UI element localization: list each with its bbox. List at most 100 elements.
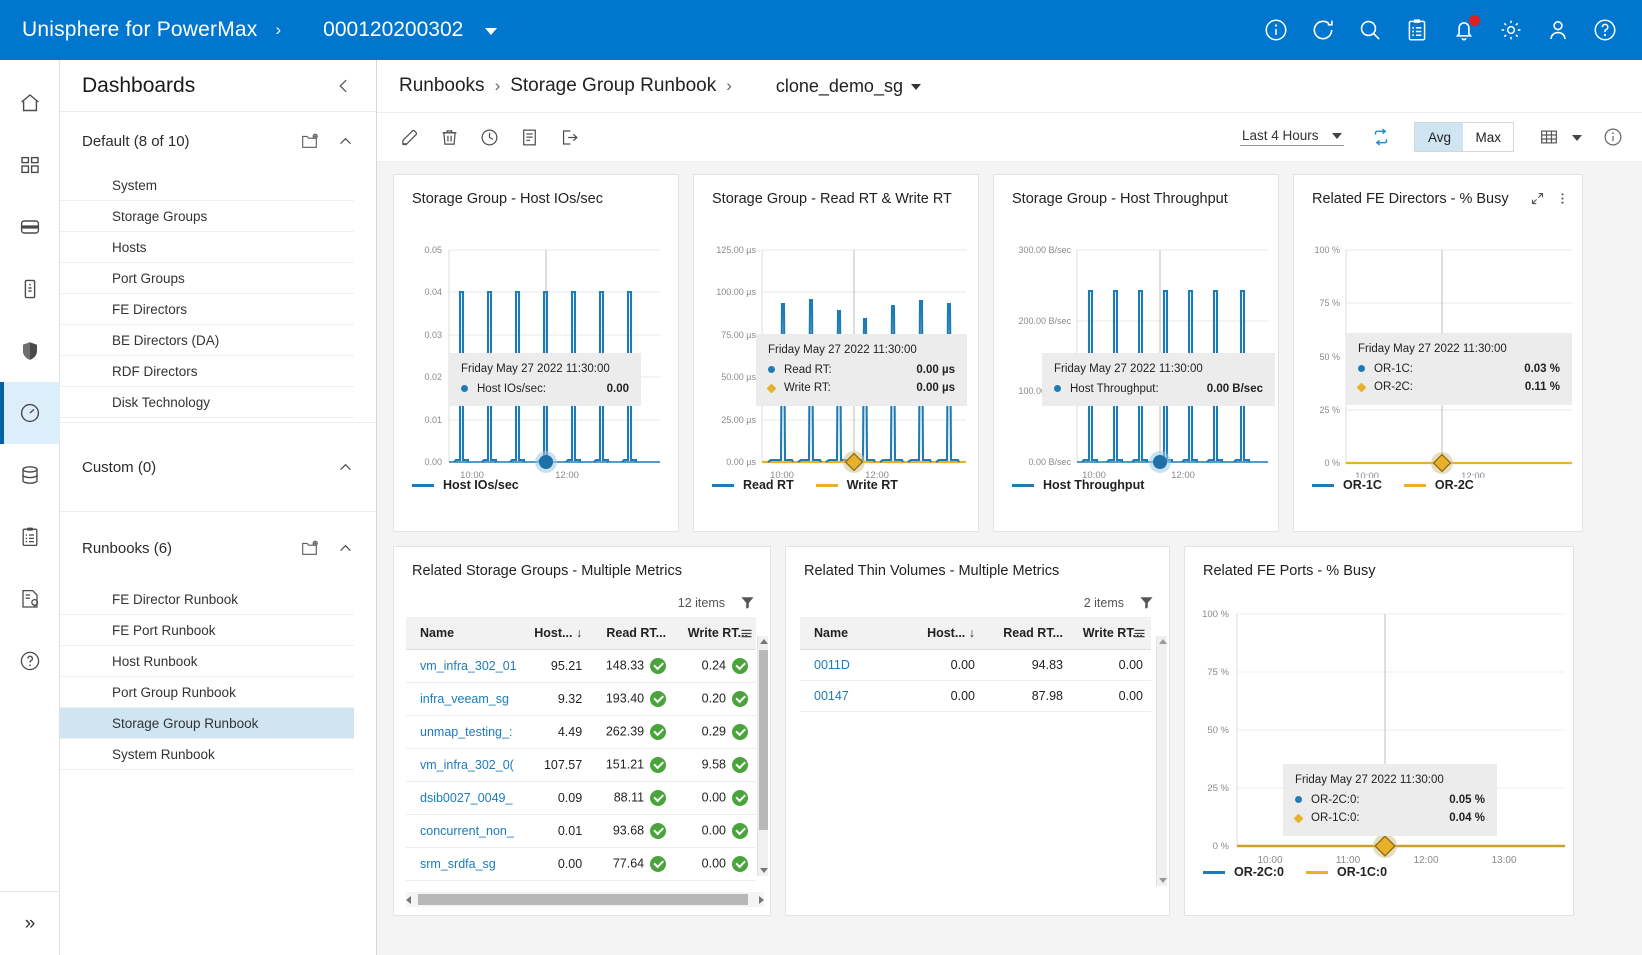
sidebar-item-hosts[interactable]: Hosts (60, 232, 354, 263)
cell-name[interactable]: unmap_testing_: (406, 715, 519, 750)
info-icon[interactable] (1602, 126, 1624, 148)
reports-icon[interactable] (0, 568, 60, 630)
legend-item[interactable]: Host Throughput (1012, 478, 1144, 492)
table-row[interactable]: unmap_testing_: 4.49 262.39 0.29 (406, 715, 756, 750)
column-header-name[interactable]: Name (406, 617, 519, 651)
sidebar-item-system[interactable]: System (60, 170, 354, 201)
database-icon[interactable] (0, 444, 60, 506)
cell-name[interactable]: 0011D (800, 649, 895, 682)
home-icon[interactable] (0, 72, 60, 134)
cell-name[interactable]: vm_infra_302_01 (406, 649, 519, 684)
chart-plot-area[interactable]: 125.00 µs 100.00 µs 75.00 µs 50.00 µs 25.00… (694, 208, 978, 481)
cell-name[interactable]: concurrent_non_ (406, 814, 519, 849)
scrollbar-thumb[interactable] (759, 650, 768, 830)
table-row[interactable]: srm_srdfa_sg 0.00 77.64 0.00 (406, 847, 756, 882)
auto-refresh-icon[interactable] (1370, 126, 1392, 148)
funnel-icon[interactable] (739, 594, 756, 611)
table-row[interactable]: infra_veeam_sg 9.32 193.40 0.20 (406, 682, 756, 717)
table-row[interactable]: vm_infra_302_01 95.21 148.33 0.24 (406, 649, 756, 684)
cell-name[interactable]: srm_srdfa_sg (406, 847, 519, 882)
sidebar-item-port-group-runbook[interactable]: Port Group Runbook (60, 677, 354, 708)
table-vertical-scrollbar[interactable] (1156, 636, 1167, 886)
chevron-up-icon[interactable] (337, 459, 354, 476)
jobs-clipboard-icon[interactable] (1404, 17, 1430, 43)
scroll-up-arrow-icon[interactable] (1159, 639, 1167, 644)
chart-plot-area[interactable]: 300.00 B/sec200.00 B/sec 100.00 B/sec0.0… (994, 208, 1278, 481)
funnel-icon[interactable] (1138, 594, 1155, 611)
product-brand-title[interactable]: Unisphere for PowerMax (22, 18, 258, 42)
help-circle-icon[interactable] (0, 630, 60, 692)
table-row[interactable]: vm_infra_302_0(107.57 151.21 9.58 (406, 748, 756, 783)
kebab-menu-icon[interactable] (1555, 191, 1570, 206)
host-icon[interactable] (0, 258, 60, 320)
chevron-up-icon[interactable] (337, 540, 354, 557)
grid-layout-icon[interactable] (1538, 126, 1560, 148)
sidebar-item-port-groups[interactable]: Port Groups (60, 263, 354, 294)
sidebar-item-fe-port-runbook[interactable]: FE Port Runbook (60, 615, 354, 646)
breadcrumb-object-selector[interactable]: clone_demo_sg (776, 76, 921, 97)
sidebar-item-fe-directors[interactable]: FE Directors (60, 294, 354, 325)
column-header-name[interactable]: Name (800, 617, 895, 651)
schedule-clock-icon[interactable] (479, 120, 519, 154)
table-vertical-scrollbar[interactable] (757, 636, 768, 876)
dashboard-grid-icon[interactable] (0, 134, 60, 196)
legend-item[interactable]: OR-2C:0 (1203, 865, 1284, 879)
jobs-clipboard-icon[interactable] (0, 506, 60, 568)
protection-shield-icon[interactable] (0, 320, 60, 382)
chart-plot-area[interactable]: 100 % 75 % 50 % 25 % 0 % (1185, 580, 1573, 866)
breadcrumb-page[interactable]: Storage Group Runbook (510, 75, 716, 97)
table-row[interactable]: dsib0027_0049_ 0.09 88.11 0.00 (406, 781, 756, 816)
storage-icon[interactable] (0, 196, 60, 258)
sidebar-item-disk-technology[interactable]: Disk Technology (60, 387, 354, 418)
user-icon[interactable] (1545, 17, 1571, 43)
cell-name[interactable]: dsib0027_0049_ (406, 781, 519, 816)
time-range-selector[interactable]: Last 4 Hours (1239, 128, 1345, 146)
info-icon[interactable] (1263, 17, 1289, 43)
hamburger-menu-icon[interactable] (739, 626, 754, 641)
chevron-up-icon[interactable] (337, 133, 354, 150)
scrollbar-thumb[interactable] (418, 894, 748, 905)
delete-trash-icon[interactable] (439, 120, 479, 154)
search-icon[interactable] (1357, 17, 1383, 43)
cell-name[interactable]: infra_veeam_sg (406, 682, 519, 717)
sidebar-item-be-directors[interactable]: BE Directors (DA) (60, 325, 354, 356)
expand-icon[interactable] (1530, 191, 1545, 206)
dashboard-group-header[interactable]: Custom (0) (60, 423, 376, 511)
scroll-up-arrow-icon[interactable] (760, 639, 768, 644)
aggregation-avg-button[interactable]: Avg (1415, 123, 1464, 151)
sidebar-item-rdf-directors[interactable]: RDF Directors (60, 356, 354, 387)
table-row[interactable]: concurrent_non_ 0.01 93.68 0.00 (406, 814, 756, 849)
sidebar-item-host-runbook[interactable]: Host Runbook (60, 646, 354, 677)
settings-gear-icon[interactable] (1498, 17, 1524, 43)
scroll-down-arrow-icon[interactable] (760, 868, 768, 873)
legend-item[interactable]: OR-2C (1403, 478, 1474, 492)
sidebar-item-fe-director-runbook[interactable]: FE Director Runbook (60, 584, 354, 615)
scroll-right-arrow-icon[interactable] (759, 895, 764, 904)
hamburger-menu-icon[interactable] (1132, 626, 1147, 641)
expand-rail-icon[interactable]: » (0, 891, 60, 955)
help-icon[interactable] (1592, 17, 1618, 43)
sidebar-item-storage-groups[interactable]: Storage Groups (60, 201, 354, 232)
chevron-down-icon[interactable] (910, 83, 921, 90)
system-selector-caret-icon[interactable] (485, 28, 498, 35)
edit-pencil-icon[interactable] (399, 120, 439, 154)
new-folder-icon[interactable] (300, 132, 319, 151)
chevron-left-icon[interactable] (334, 76, 354, 96)
scroll-left-arrow-icon[interactable] (406, 895, 411, 904)
table-horizontal-scrollbar[interactable] (406, 892, 764, 907)
sidebar-item-system-runbook[interactable]: System Runbook (60, 739, 354, 770)
report-icon[interactable] (519, 120, 559, 154)
column-header-read-rt[interactable]: Read RT... (590, 617, 675, 651)
chart-plot-area[interactable]: 0.05 0.04 0.03 0.02 0.01 0.00 10:00 12:0… (394, 208, 678, 481)
scroll-down-arrow-icon[interactable] (1159, 878, 1167, 883)
cell-name[interactable]: 00147 (800, 680, 895, 713)
table-row[interactable]: 00147 0.00 87.98 0.00 (800, 680, 1151, 713)
legend-item[interactable]: Host IOs/sec (412, 478, 519, 492)
breadcrumb-root[interactable]: Runbooks (399, 75, 485, 97)
system-id-label[interactable]: 000120200302 (323, 18, 463, 42)
legend-item[interactable]: Write RT (815, 478, 898, 492)
sidebar-item-storage-group-runbook[interactable]: Storage Group Runbook (60, 708, 354, 739)
cell-name[interactable]: vm_infra_302_0( (406, 748, 519, 783)
export-icon[interactable] (559, 120, 599, 154)
legend-item[interactable]: OR-1C (1312, 478, 1382, 492)
